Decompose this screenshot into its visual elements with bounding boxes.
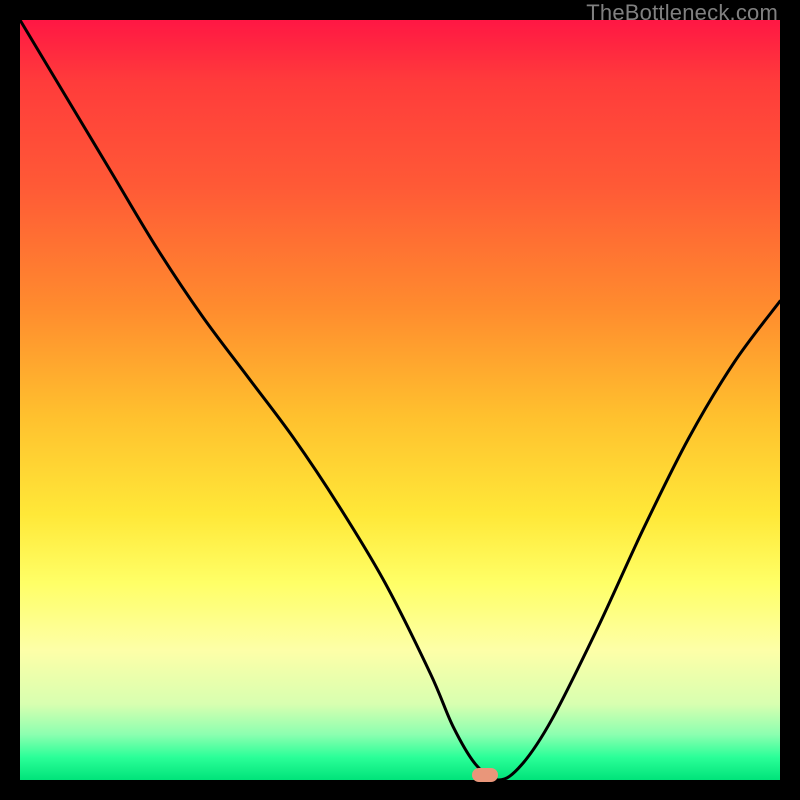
chart-frame: TheBottleneck.com [0,0,800,800]
bottleneck-curve [20,20,780,780]
plot-area [20,20,780,780]
optimal-point-marker [472,768,498,782]
